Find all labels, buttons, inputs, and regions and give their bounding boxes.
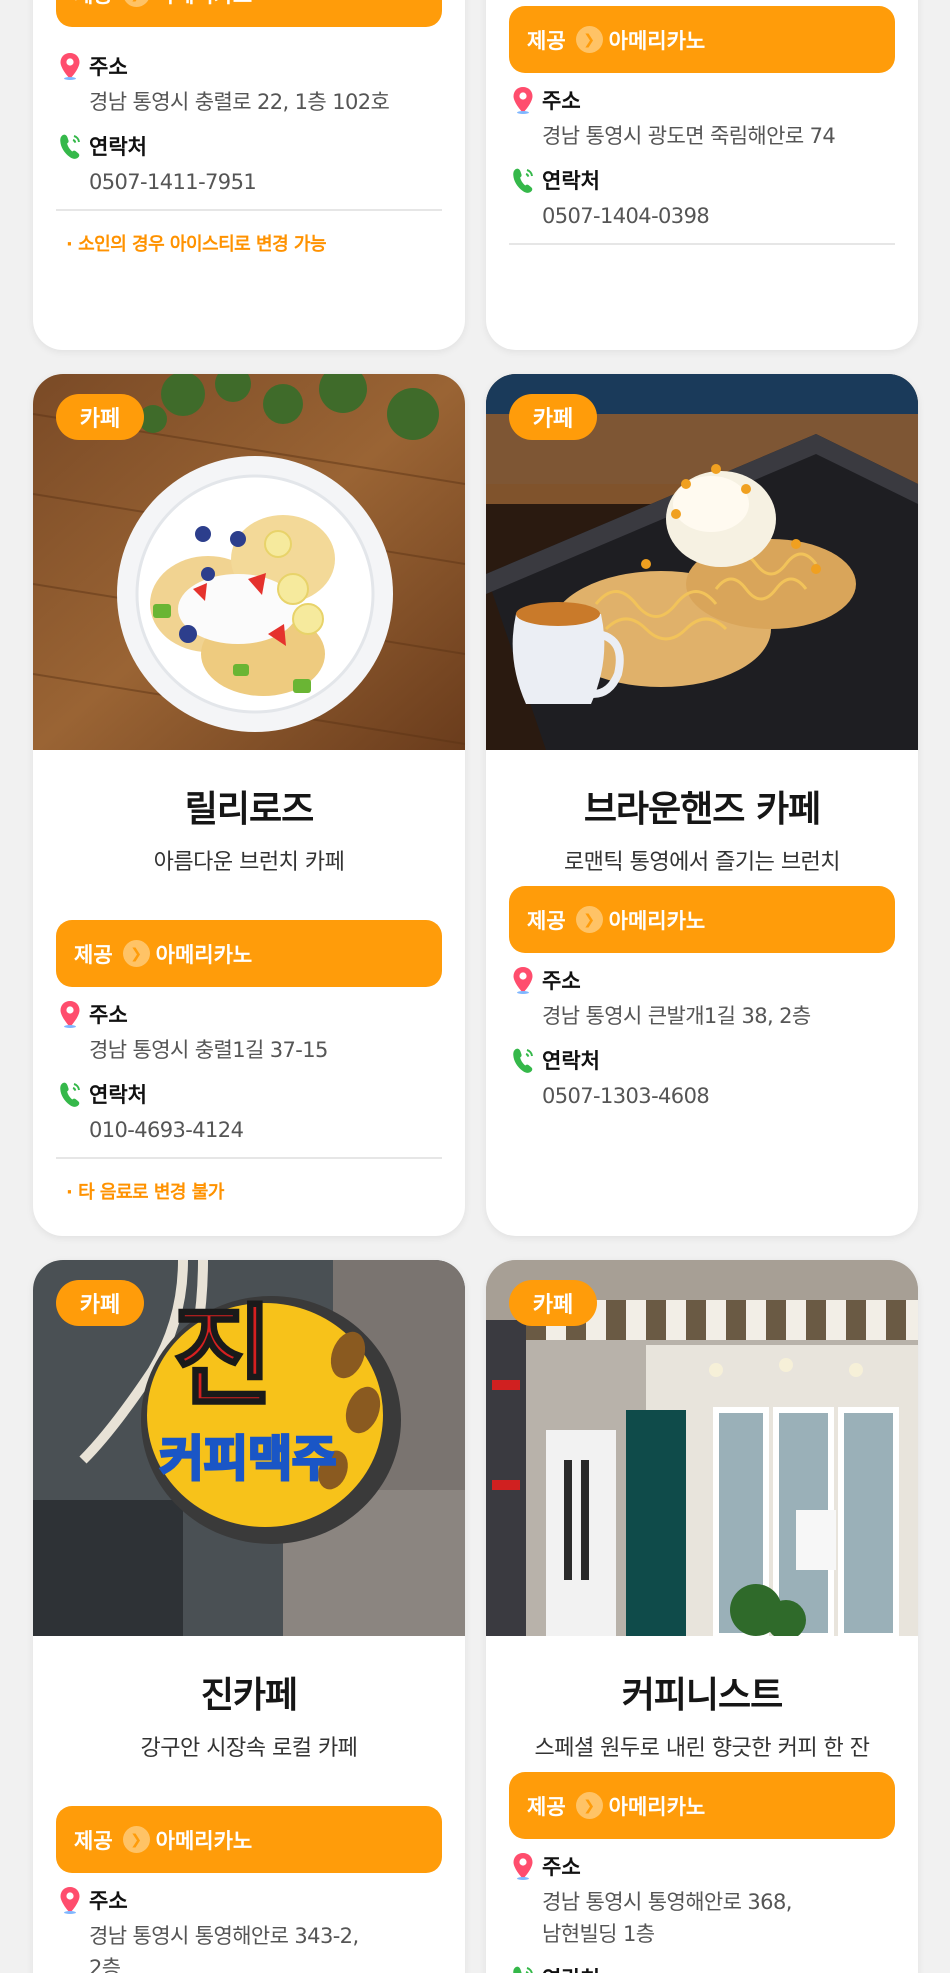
location-pin-icon: [510, 965, 536, 995]
address-row: 주소 경남 통영시 충렬1길 37-15: [57, 998, 443, 1078]
address-label: 주소: [542, 89, 581, 113]
address-row: 주소 경남 통영시 통영해안로 368, 남현빌딩 1층: [510, 1850, 896, 1962]
category-badge: 카페: [56, 394, 144, 440]
offer-label: 제공: [527, 908, 566, 933]
contact-row: 연락처 010-4693-4124: [57, 1078, 443, 1158]
offer-bar: 제공 ❯ 아메리카노: [509, 6, 895, 73]
contact-row: 연락처 0507-1404-0398: [510, 164, 896, 244]
phone-icon: [510, 1963, 536, 1973]
phone-icon: [57, 1079, 83, 1109]
offer-bar: 제공 ❯ 아메리카노: [509, 886, 895, 953]
address-value: 경남 통영시 충렬로 22, 1층 102호: [89, 90, 390, 114]
place-card-2[interactable]: 제공 ❯ 아메리카노 주소 경남 통영시 광도면 죽림해안로 74 연락처 05…: [486, 0, 918, 350]
offer-label: 제공: [74, 1828, 113, 1853]
address-value-line1: 경남 통영시 통영해안로 368,: [542, 1890, 792, 1914]
location-pin-icon: [510, 1851, 536, 1881]
offer-item: 아메리카노: [156, 0, 253, 9]
offer-bar: 제공 ❯ 아메리카노: [509, 1772, 895, 1839]
address-row: 주소 경남 통영시 충렬로 22, 1층 102호: [57, 50, 443, 130]
offer-item: 아메리카노: [155, 1828, 253, 1853]
place-title: 진카페: [200, 1675, 298, 1716]
location-pin-icon: [510, 85, 536, 115]
address-value-line2: 남현빌딩 1층: [542, 1922, 655, 1946]
place-subtitle: 스페셜 원두로 내린 향긋한 커피 한 잔: [534, 1736, 870, 1761]
offer-item: 아메리카노: [608, 1794, 706, 1819]
category-badge: 카페: [509, 394, 597, 440]
chevron-right-icon: ❯: [575, 906, 603, 933]
address-label: 주소: [89, 1889, 128, 1913]
address-value: 경남 통영시 충렬1길 37-15: [89, 1038, 328, 1062]
note-text: · 타 음료로 변경 불가: [66, 1182, 224, 1203]
contact-label: 연락처: [542, 1963, 600, 1973]
address-value: 경남 통영시 큰발개1길 38, 2층: [542, 1004, 811, 1028]
contact-label: 연락처: [542, 1049, 600, 1073]
divider: [509, 243, 895, 245]
category-badge: 카페: [509, 1280, 597, 1326]
address-value-line1: 경남 통영시 통영해안로 343-2,: [89, 1924, 359, 1948]
sign-text-sub: 커피맥주: [160, 1433, 337, 1486]
offer-bar: 제공 ❯ 아메리카노: [56, 920, 442, 987]
address-label: 주소: [542, 1855, 581, 1879]
chevron-right-icon: ❯: [122, 0, 150, 7]
contact-label: 연락처: [542, 169, 600, 193]
place-card-brownhands[interactable]: 카페 브라운핸즈 카페 로맨틱 통영에서 즐기는 브런치 제공 ❯ 아메리카노 …: [486, 374, 918, 1236]
place-subtitle: 강구안 시장속 로컬 카페: [140, 1736, 358, 1761]
place-photo: 진 커피맥주 카페: [33, 1260, 465, 1636]
note-text: · 소인의 경우 아이스티로 변경 가능: [66, 234, 327, 255]
contact-value[interactable]: 0507-1411-7951: [89, 166, 443, 198]
address-value: 경남 통영시 광도면 죽림해안로 74: [542, 124, 836, 148]
place-card-jincafe[interactable]: 진 커피맥주 카페 진카페 강구안 시장속 로컬 카페 제공 ❯ 아메리카노 주…: [33, 1260, 465, 1973]
location-pin-icon: [57, 51, 83, 81]
place-photo: 카페: [33, 374, 465, 750]
place-title: 커피니스트: [621, 1675, 784, 1716]
address-label: 주소: [542, 969, 581, 993]
contact-label: 연락처: [89, 1083, 147, 1107]
place-subtitle: 로맨틱 통영에서 즐기는 브런치: [563, 850, 841, 875]
offer-label: 제공: [74, 0, 113, 9]
offer-item: 아메리카노: [155, 942, 253, 967]
place-photo: 카페: [486, 374, 918, 750]
chevron-right-icon: ❯: [122, 940, 150, 967]
address-label: 주소: [89, 55, 128, 79]
contact-value[interactable]: 0507-1404-0398: [542, 200, 896, 232]
address-row: 주소 경남 통영시 광도면 죽림해안로 74: [510, 84, 896, 164]
address-row: 주소 경남 통영시 큰발개1길 38, 2층: [510, 964, 896, 1044]
place-card-lilyrose[interactable]: 카페 릴리로즈 아름다운 브런치 카페 제공 ❯ 아메리카노 주소 경남 통영시…: [33, 374, 465, 1236]
contact-value[interactable]: 0507-1303-4608: [542, 1080, 896, 1112]
contact-value[interactable]: 010-4693-4124: [89, 1114, 443, 1146]
offer-label: 제공: [74, 942, 113, 967]
phone-icon: [57, 131, 83, 161]
contact-row: 연락처: [510, 1962, 896, 1973]
offer-item: 아메리카노: [608, 908, 706, 933]
address-label: 주소: [89, 1003, 128, 1027]
divider: [56, 1157, 442, 1159]
chevron-right-icon: ❯: [575, 1792, 603, 1819]
location-pin-icon: [57, 1885, 83, 1915]
contact-label: 연락처: [89, 135, 147, 159]
offer-item: 아메리카노: [608, 28, 706, 53]
chevron-right-icon: ❯: [575, 26, 603, 53]
place-subtitle: 아름다운 브런치 카페: [153, 850, 345, 875]
sign-text-main: 진: [172, 1296, 273, 1419]
phone-icon: [510, 1045, 536, 1075]
contact-row: 연락처 0507-1303-4608: [510, 1044, 896, 1124]
place-photo: 카페: [486, 1260, 918, 1636]
address-value-line2: 2층: [89, 1956, 121, 1973]
place-title: 릴리로즈: [184, 789, 314, 830]
address-row: 주소 경남 통영시 통영해안로 343-2, 2층: [57, 1884, 443, 1973]
offer-label: 제공: [527, 28, 566, 53]
chevron-right-icon: ❯: [122, 1826, 150, 1853]
phone-icon: [510, 165, 536, 195]
offer-label: 제공: [527, 1794, 566, 1819]
divider: [56, 209, 442, 211]
category-badge: 카페: [56, 1280, 144, 1326]
place-title: 브라운핸즈 카페: [583, 789, 821, 830]
place-card-1[interactable]: 제공 ❯ 아메리카노 주소 경남 통영시 충렬로 22, 1층 102호 연락처…: [33, 0, 465, 350]
offer-bar: 제공 ❯ 아메리카노: [56, 1806, 442, 1873]
offer-bar: 제공 ❯ 아메리카노: [56, 0, 442, 27]
location-pin-icon: [57, 999, 83, 1029]
contact-row: 연락처 0507-1411-7951: [57, 130, 443, 210]
place-card-coffeenist[interactable]: 카페 커피니스트 스페셜 원두로 내린 향긋한 커피 한 잔 제공 ❯ 아메리카…: [486, 1260, 918, 1973]
